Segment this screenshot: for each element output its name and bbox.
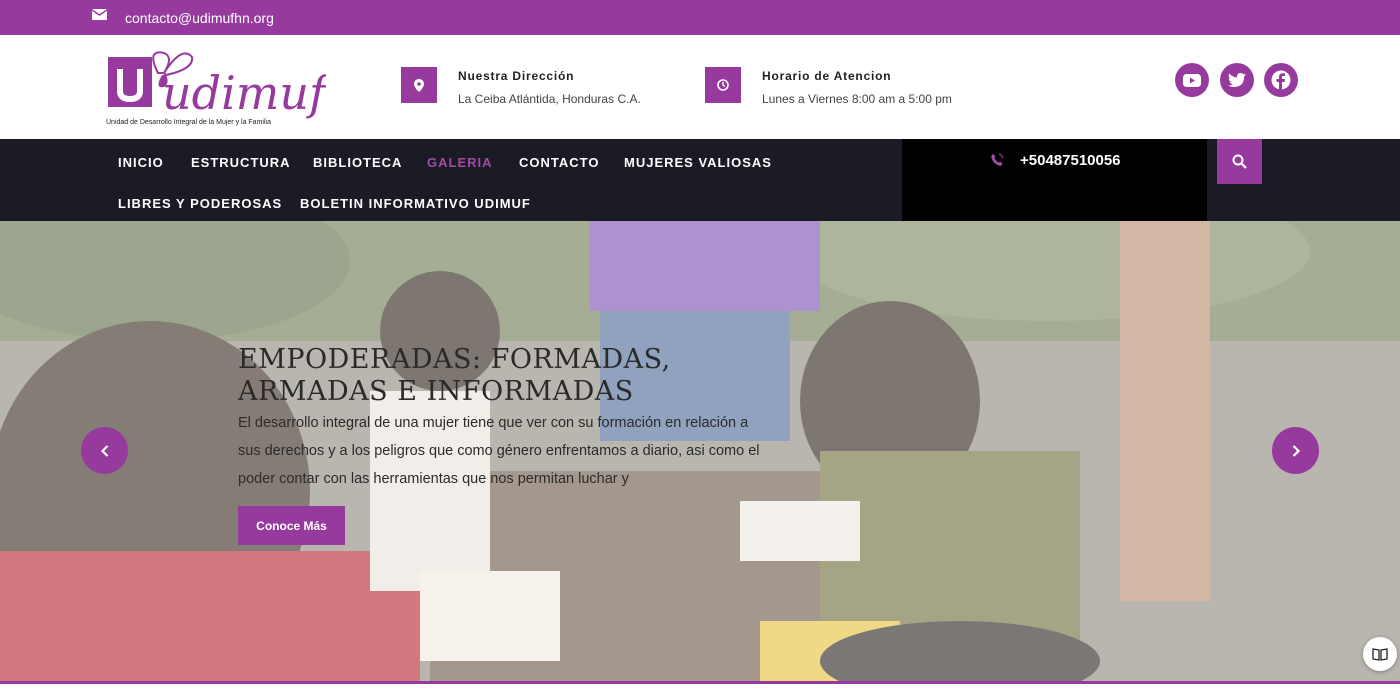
- envelope-icon: [92, 9, 107, 20]
- conoce-mas-button[interactable]: Conoce Más: [238, 506, 345, 545]
- nav-item-libres-y-poderosas[interactable]: LIBRES Y PODEROSAS: [118, 196, 282, 211]
- address-title: Nuestra Dirección: [458, 69, 575, 83]
- bottom-divider: [0, 681, 1400, 691]
- nav-item-estructura[interactable]: ESTRUCTURA: [191, 155, 291, 170]
- map-pin-icon: [401, 67, 437, 103]
- facebook-icon[interactable]: [1264, 63, 1298, 97]
- hero-title: EMPODERADAS: FORMADAS, ARMADAS E INFORMA…: [238, 344, 671, 407]
- search-button[interactable]: [1217, 139, 1262, 184]
- phone-number-link[interactable]: +50487510056: [1020, 152, 1121, 169]
- chevron-right-icon: [1292, 444, 1300, 457]
- nav-item-contacto[interactable]: CONTACTO: [519, 155, 599, 170]
- nav-item-biblioteca[interactable]: BIBLIOTECA: [313, 155, 402, 170]
- youtube-icon[interactable]: [1175, 63, 1209, 97]
- nav-item-galeria[interactable]: GALERIA: [427, 155, 493, 170]
- main-nav: INICIO ESTRUCTURA BIBLIOTECA GALERIA CON…: [0, 139, 1400, 221]
- slider-prev-button[interactable]: [81, 427, 128, 474]
- hours-text: Lunes a Viernes 8:00 am a 5:00 pm: [762, 92, 952, 106]
- reader-mode-button[interactable]: [1363, 637, 1397, 671]
- nav-item-inicio[interactable]: INICIO: [118, 155, 164, 170]
- logo-wordmark: udimuf: [162, 66, 326, 119]
- address-text: La Ceiba Atlántida, Honduras C.A.: [458, 92, 641, 106]
- udimuf-logo[interactable]: udimuf Unidad de Desarrollo Integral de …: [106, 43, 326, 133]
- nav-item-boletin[interactable]: BOLETIN INFORMATIVO UDIMUF: [300, 196, 531, 211]
- hero-description: El desarrollo integral de una mujer tien…: [238, 415, 760, 487]
- search-icon: [1232, 154, 1247, 169]
- phone-box: +50487510056: [902, 139, 1207, 221]
- twitter-icon[interactable]: [1220, 63, 1254, 97]
- site-header: udimuf Unidad de Desarrollo Integral de …: [0, 35, 1400, 139]
- hours-title: Horario de Atencion: [762, 69, 892, 83]
- top-bar: contacto@udimufhn.org: [0, 0, 1400, 35]
- contact-email-link[interactable]: contacto@udimufhn.org: [125, 10, 274, 26]
- slider-next-button[interactable]: [1272, 427, 1319, 474]
- phone-icon: [991, 153, 1004, 166]
- clock-icon: [705, 67, 741, 103]
- hero-slider: EMPODERADAS: FORMADAS, ARMADAS E INFORMA…: [0, 221, 1400, 681]
- book-icon: [1372, 647, 1388, 661]
- chevron-left-icon: [100, 444, 108, 457]
- nav-item-mujeres-valiosas[interactable]: MUJERES VALIOSAS: [624, 155, 772, 170]
- logo-subtitle: Unidad de Desarrollo Integral de la Muje…: [106, 119, 271, 126]
